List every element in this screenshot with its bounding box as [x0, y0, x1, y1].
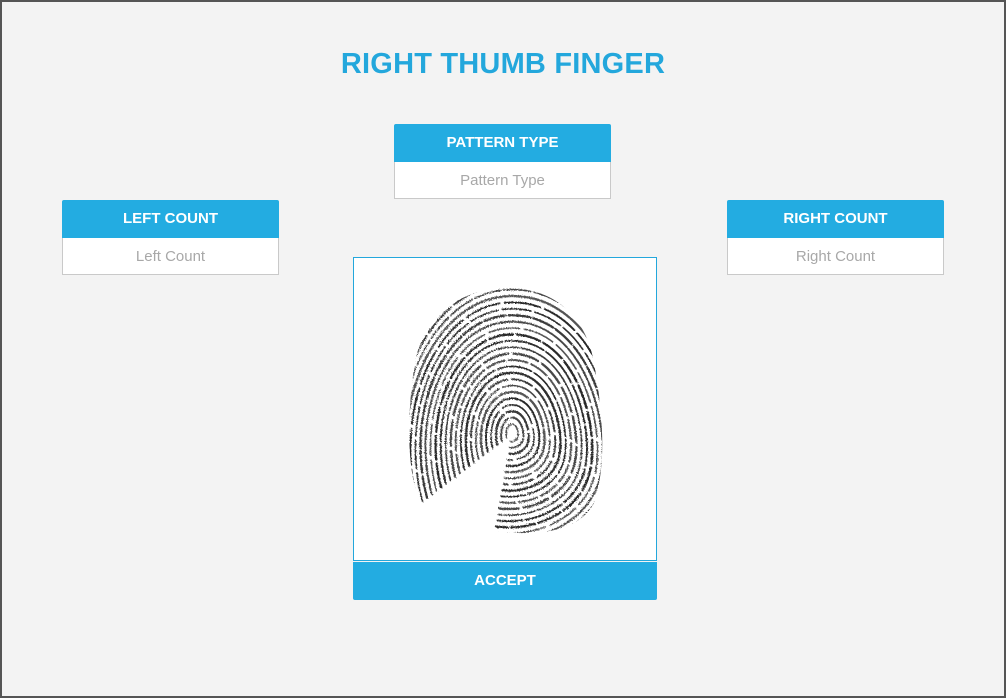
fingerprint-image-frame: [353, 257, 657, 561]
fingerprint-icon: [409, 287, 603, 534]
pattern-type-group: PATTERN TYPE: [394, 124, 611, 199]
right-count-label: RIGHT COUNT: [727, 200, 944, 238]
left-count-group: LEFT COUNT: [62, 200, 279, 275]
page-title: RIGHT THUMB FINGER: [340, 48, 666, 80]
right-count-input[interactable]: [727, 238, 944, 275]
left-count-label: LEFT COUNT: [62, 200, 279, 238]
accept-button[interactable]: ACCEPT: [353, 562, 657, 600]
pattern-type-label: PATTERN TYPE: [394, 124, 611, 162]
left-count-input[interactable]: [62, 238, 279, 275]
app-window: RIGHT THUMB FINGER PATTERN TYPE LEFT COU…: [0, 0, 1006, 698]
pattern-type-input[interactable]: [394, 162, 611, 199]
right-count-group: RIGHT COUNT: [727, 200, 944, 275]
